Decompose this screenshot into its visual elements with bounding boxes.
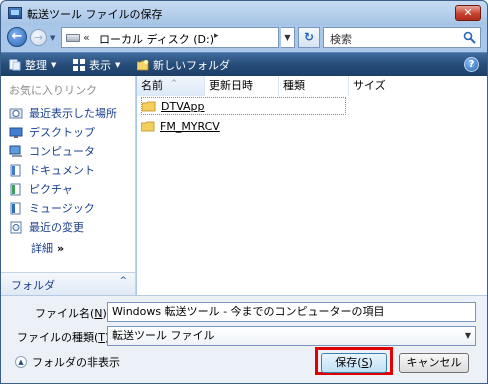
chevron-down-icon: ▼: [51, 61, 57, 69]
folder-icon: [142, 101, 156, 111]
filename-input[interactable]: Windows 転送ツール - 今までのコンピューターの項目: [107, 302, 476, 322]
new-folder-button[interactable]: 新しいフォルダ: [137, 57, 230, 73]
nav-item-recent-changes[interactable]: 最近の変更: [9, 218, 84, 236]
nav-item-pictures[interactable]: ピクチャ: [9, 180, 73, 198]
save-button[interactable]: 保存(S): [321, 353, 387, 373]
recent-changes-icon: [10, 221, 22, 233]
search-placeholder: 検索: [330, 33, 352, 46]
title-bar[interactable]: 転送ツール ファイルの保存 ✕: [1, 1, 487, 25]
nav-item-label: 最近表示した場所: [29, 107, 117, 120]
close-button[interactable]: ✕: [455, 5, 481, 21]
column-header-size[interactable]: サイズ: [349, 76, 419, 96]
more-links-button[interactable]: 詳細 »: [31, 240, 64, 256]
breadcrumb-arrow-icon[interactable]: ▸: [214, 31, 219, 41]
breadcrumb-overflow[interactable]: «: [83, 31, 90, 44]
app-icon: [8, 7, 22, 19]
folders-label: フォルダ: [11, 279, 55, 292]
nav-item-music[interactable]: ミュージック: [9, 199, 95, 217]
chevron-down-icon: ▼: [464, 331, 471, 340]
nav-item-label: ミュージック: [29, 202, 95, 215]
music-icon: [10, 202, 21, 214]
cancel-button[interactable]: キャンセル: [399, 353, 469, 373]
double-chevron-icon: »: [57, 242, 65, 255]
new-folder-label: 新しいフォルダ: [153, 59, 230, 72]
refresh-button[interactable]: ↻: [298, 27, 320, 48]
breadcrumb-drive[interactable]: ローカル ディスク (D:): [99, 31, 214, 47]
views-label: 表示: [89, 59, 111, 72]
new-folder-icon: [137, 60, 149, 71]
nav-item-label: ピクチャ: [29, 183, 73, 196]
pictures-icon: [10, 183, 21, 195]
search-input[interactable]: 検索: [323, 27, 481, 48]
nav-item-computer[interactable]: コンピュータ: [9, 142, 95, 160]
chevron-up-icon: ▲: [15, 356, 27, 368]
drive-icon: [66, 34, 80, 42]
chevron-down-icon: ▼: [115, 61, 121, 69]
search-icon[interactable]: [463, 31, 476, 44]
folder-icon: [141, 121, 155, 131]
column-header-label: 更新日時: [209, 79, 253, 92]
file-row[interactable]: DTVApp: [141, 97, 346, 115]
desktop-icon: [9, 127, 23, 138]
views-icon: [73, 59, 85, 71]
history-dropdown-icon[interactable]: ▼: [50, 34, 55, 42]
column-header-label: サイズ: [353, 79, 386, 92]
hide-folders-toggle[interactable]: ▲ フォルダの非表示: [15, 354, 120, 370]
help-icon[interactable]: ?: [464, 57, 479, 72]
sort-ascending-icon: ^: [171, 79, 177, 87]
file-row[interactable]: FM_MYRCV: [141, 117, 222, 135]
hide-folders-label: フォルダの非表示: [32, 356, 120, 369]
save-file-dialog: 転送ツール ファイルの保存 ✕ ← → ▼ « ローカル ディスク (D:) ▸…: [0, 0, 488, 384]
file-name: FM_MYRCV: [160, 119, 220, 133]
nav-item-label: デスクトップ: [29, 126, 95, 139]
details-label: 詳細: [31, 242, 53, 255]
favorites-heading: お気に入りリンク: [9, 84, 97, 97]
organize-icon: [9, 59, 21, 71]
organize-label: 整理: [25, 59, 47, 72]
filetype-label: ファイルの種類(T):: [17, 331, 113, 344]
forward-button[interactable]: →: [30, 29, 47, 46]
nav-item-label: ドキュメント: [29, 164, 95, 177]
chevron-up-icon: ^: [119, 276, 127, 286]
folders-toggle[interactable]: フォルダ ^: [1, 272, 135, 295]
nav-item-documents[interactable]: ドキュメント: [9, 161, 95, 179]
organize-button[interactable]: 整理 ▼: [9, 57, 56, 73]
computer-icon: [9, 145, 22, 157]
back-button[interactable]: ←: [7, 27, 27, 47]
filetype-value: 転送ツール ファイル: [112, 329, 215, 342]
nav-item-desktop[interactable]: デスクトップ: [9, 123, 95, 141]
address-row: ← → ▼ « ローカル ディスク (D:) ▸ ▼ ↻ 検索: [1, 25, 487, 51]
column-header-name[interactable]: 名前 ^: [137, 76, 205, 96]
window-title: 転送ツール ファイルの保存: [27, 8, 163, 21]
views-button[interactable]: 表示 ▼: [73, 57, 120, 73]
documents-icon: [10, 164, 21, 176]
file-list: 名前 ^ 更新日時 種類 サイズ DTVApp FM_MYRCV: [137, 76, 487, 295]
save-options-panel: ファイル名(N): Windows 転送ツール - 今までのコンピューターの項目…: [1, 295, 487, 383]
column-header-type[interactable]: 種類: [279, 76, 349, 96]
filename-label: ファイル名(N):: [35, 307, 111, 320]
navigation-pane: お気に入りリンク 最近表示した場所 デスクトップ コンピュータ ドキュメント ピ…: [1, 76, 136, 295]
column-header-label: 名前: [141, 79, 163, 92]
file-name: DTVApp: [161, 99, 205, 113]
nav-item-label: コンピュータ: [29, 145, 95, 158]
nav-item-label: 最近の変更: [29, 221, 84, 234]
nav-item-recent-places[interactable]: 最近表示した場所: [9, 104, 117, 122]
address-dropdown-button[interactable]: ▼: [281, 27, 295, 48]
filetype-select[interactable]: 転送ツール ファイル ▼: [107, 326, 476, 346]
command-toolbar: 整理 ▼ 表示 ▼ 新しいフォルダ ?: [1, 52, 487, 76]
address-bar[interactable]: « ローカル ディスク (D:) ▸: [61, 27, 279, 48]
column-header-label: 種類: [283, 79, 305, 92]
column-header-date[interactable]: 更新日時: [205, 76, 279, 96]
recent-places-icon: [9, 108, 23, 118]
